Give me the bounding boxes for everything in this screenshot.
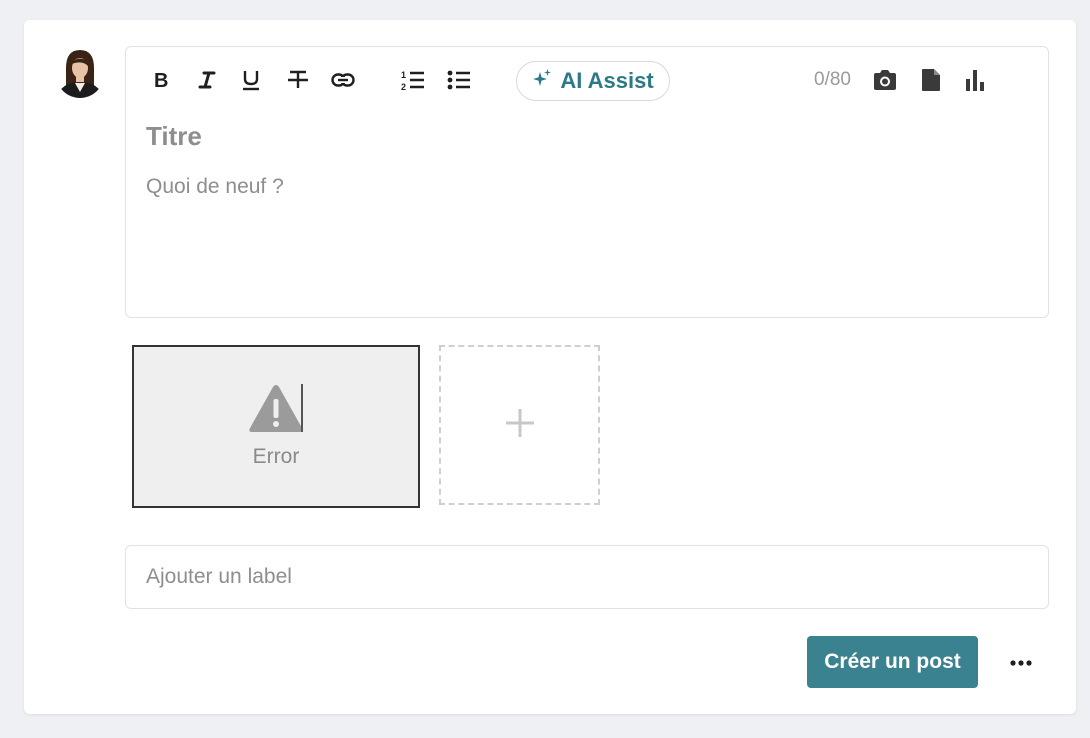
body-input[interactable]: Quoi de neuf ? <box>146 175 284 199</box>
plus-icon <box>504 407 536 444</box>
svg-text:1: 1 <box>401 70 406 80</box>
bullet-list-icon[interactable] <box>446 65 472 95</box>
bold-icon[interactable]: B <box>150 65 172 95</box>
camera-icon[interactable] <box>872 65 898 95</box>
bar-chart-icon[interactable] <box>964 65 990 95</box>
ai-assist-label: AI Assist <box>560 68 654 93</box>
svg-text:B: B <box>154 70 168 90</box>
error-label: Error <box>252 445 300 468</box>
ordered-list-icon[interactable]: 12 <box>400 65 426 95</box>
add-media-button[interactable] <box>439 345 600 505</box>
title-input[interactable]: Titre <box>146 121 202 152</box>
media-error-tile[interactable]: Error <box>132 345 420 508</box>
more-dots-icon <box>1010 653 1032 671</box>
label-input[interactable] <box>125 545 1049 609</box>
character-counter: 0/80 <box>814 69 851 90</box>
underline-icon[interactable] <box>240 65 262 95</box>
sparkle-icon <box>532 68 552 94</box>
more-options-button[interactable] <box>1006 648 1036 676</box>
svg-text:2: 2 <box>401 82 406 91</box>
formatting-toolbar: B 12 AI Assist 0/80 <box>126 47 1048 115</box>
post-editor[interactable]: B 12 AI Assist 0/80 Titre Quoi de neuf ? <box>125 46 1049 318</box>
document-icon[interactable] <box>920 65 942 95</box>
avatar[interactable] <box>56 46 104 100</box>
ai-assist-button[interactable]: AI Assist <box>516 61 670 101</box>
link-icon[interactable] <box>330 65 356 95</box>
strikethrough-icon[interactable] <box>286 65 310 95</box>
create-post-button[interactable]: Créer un post <box>807 636 978 688</box>
warning-icon <box>247 384 305 439</box>
italic-icon[interactable] <box>196 65 218 95</box>
post-composer-card: B 12 AI Assist 0/80 Titre Quoi de neuf ?… <box>24 20 1076 714</box>
